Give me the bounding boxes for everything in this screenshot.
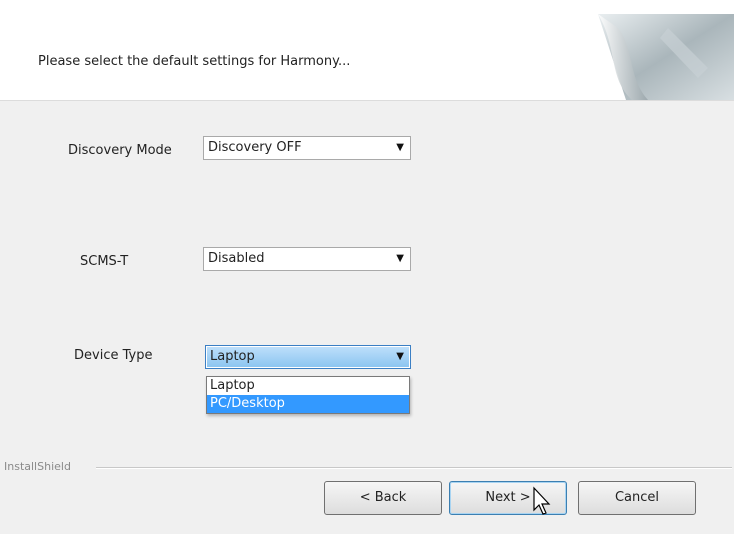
scms-t-select[interactable]: Disabled ▼ (203, 247, 411, 271)
mouse-pointer-icon (533, 486, 551, 515)
scms-t-value: Disabled (208, 251, 265, 266)
chevron-down-icon[interactable]: ▼ (396, 248, 404, 270)
installshield-brand: InstallShield (4, 460, 75, 473)
header-prompt: Please select the default settings for H… (38, 54, 351, 69)
dropdown-option-laptop[interactable]: Laptop (207, 377, 409, 395)
back-button[interactable]: < Back (324, 481, 442, 515)
device-type-value: Laptop (210, 349, 255, 364)
scms-t-label: SCMS-T (80, 254, 129, 269)
cancel-button[interactable]: Cancel (578, 481, 696, 515)
header-banner: Please select the default settings for H… (0, 0, 734, 100)
dropdown-option-pc-desktop[interactable]: PC/Desktop (207, 395, 409, 413)
discovery-mode-label: Discovery Mode (68, 143, 172, 158)
footer-divider (96, 467, 732, 469)
device-type-dropdown-list: Laptop PC/Desktop (206, 376, 410, 414)
discovery-mode-select[interactable]: Discovery OFF ▼ (203, 136, 411, 160)
chevron-down-icon[interactable]: ▼ (396, 346, 404, 368)
chevron-down-icon[interactable]: ▼ (396, 137, 404, 159)
page-curl-graphic-icon (598, 14, 734, 100)
device-type-select[interactable]: Laptop ▼ (205, 345, 411, 369)
device-type-label: Device Type (74, 348, 153, 363)
discovery-mode-value: Discovery OFF (208, 140, 302, 155)
